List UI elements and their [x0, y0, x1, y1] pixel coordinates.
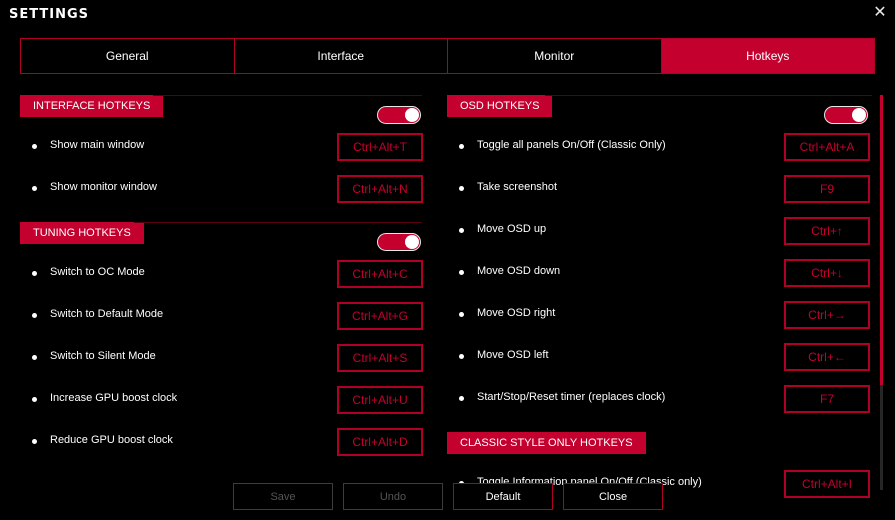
hotkey-row-default-mode: Switch to Default Mode Ctrl+Alt+G	[32, 302, 423, 330]
hotkey-row-increase-boost: Increase GPU boost clock Ctrl+Alt+U	[32, 386, 423, 414]
osd-hotkeys-header: OSD HOTKEYS	[447, 95, 872, 117]
bullet-icon	[32, 144, 37, 149]
hotkey-label: Switch to OC Mode	[50, 266, 145, 278]
bullet-icon	[32, 355, 37, 360]
hotkey-row-timer: Start/Stop/Reset timer (replaces clock) …	[459, 385, 870, 413]
hotkey-row-osd-left: Move OSD left Ctrl+←	[459, 343, 870, 371]
hotkey-field[interactable]: Ctrl+↑	[784, 217, 870, 245]
hotkey-label: Take screenshot	[477, 181, 558, 193]
hotkey-label: Move OSD left	[477, 349, 549, 361]
interface-hotkeys-title: INTERFACE HOTKEYS	[20, 95, 164, 117]
hotkey-row-osd-down: Move OSD down Ctrl+↓	[459, 259, 870, 287]
tab-bar: General Interface Monitor Hotkeys	[20, 38, 875, 74]
hotkey-row-show-main-window: Show main window Ctrl+Alt+T	[32, 133, 423, 161]
toggle-knob	[852, 108, 866, 122]
bullet-icon	[459, 186, 464, 191]
hotkey-field[interactable]: Ctrl+Alt+G	[337, 302, 423, 330]
close-button[interactable]: Close	[563, 483, 663, 510]
scrollbar[interactable]	[880, 95, 883, 490]
hotkey-field[interactable]: Ctrl+↓	[784, 259, 870, 287]
hotkey-label: Move OSD down	[477, 265, 561, 277]
bullet-icon	[32, 271, 37, 276]
bullet-icon	[459, 354, 464, 359]
tuning-hotkeys-title: TUNING HOTKEYS	[20, 222, 144, 244]
hotkey-row-reduce-boost: Reduce GPU boost clock Ctrl+Alt+D	[32, 428, 423, 456]
hotkey-row-toggle-panels: Toggle all panels On/Off (Classic Only) …	[459, 133, 870, 161]
hotkey-label: Toggle all panels On/Off (Classic Only)	[477, 139, 666, 151]
scrollbar-thumb[interactable]	[880, 95, 883, 385]
hotkey-field[interactable]: Ctrl+←	[784, 343, 870, 371]
default-button[interactable]: Default	[453, 483, 553, 510]
close-icon[interactable]: ✕	[872, 4, 888, 22]
section-divider	[134, 222, 422, 223]
bullet-icon	[32, 186, 37, 191]
classic-hotkeys-title: CLASSIC STYLE ONLY HOTKEYS	[447, 432, 646, 454]
toggle-knob	[405, 235, 419, 249]
hotkey-field[interactable]: Ctrl+Alt+A	[784, 133, 870, 161]
hotkey-field[interactable]: Ctrl+Alt+S	[337, 344, 423, 372]
hotkey-field[interactable]: Ctrl+Alt+C	[337, 260, 423, 288]
hotkey-field[interactable]: Ctrl+Alt+I	[784, 470, 870, 498]
hotkey-label: Switch to Default Mode	[50, 308, 164, 320]
interface-hotkeys-header: INTERFACE HOTKEYS	[20, 95, 422, 117]
tab-monitor[interactable]: Monitor	[447, 38, 661, 74]
hotkey-label: Move OSD up	[477, 223, 547, 235]
hotkey-field[interactable]: Ctrl+Alt+D	[337, 428, 423, 456]
bullet-icon	[32, 397, 37, 402]
undo-button[interactable]: Undo	[343, 483, 443, 510]
hotkey-label: Switch to Silent Mode	[50, 350, 156, 362]
hotkey-row-osd-right: Move OSD right Ctrl+→	[459, 301, 870, 329]
bullet-icon	[459, 144, 464, 149]
hotkey-field[interactable]: F9	[784, 175, 870, 203]
tuning-hotkeys-toggle[interactable]	[377, 233, 421, 251]
bullet-icon	[32, 439, 37, 444]
interface-hotkeys-toggle[interactable]	[377, 106, 421, 124]
section-divider	[153, 95, 422, 96]
toggle-knob	[405, 108, 419, 122]
hotkey-label: Reduce GPU boost clock	[50, 434, 173, 446]
tab-interface[interactable]: Interface	[233, 38, 447, 74]
hotkey-row-oc-mode: Switch to OC Mode Ctrl+Alt+C	[32, 260, 423, 288]
bullet-icon	[459, 270, 464, 275]
tab-hotkeys[interactable]: Hotkeys	[660, 38, 875, 74]
tab-general[interactable]: General	[20, 38, 234, 74]
save-button[interactable]: Save	[233, 483, 333, 510]
bullet-icon	[32, 313, 37, 318]
hotkey-label: Increase GPU boost clock	[50, 392, 178, 404]
window-title: SETTINGS	[9, 7, 90, 22]
hotkey-row-osd-up: Move OSD up Ctrl+↑	[459, 217, 870, 245]
osd-hotkeys-title: OSD HOTKEYS	[447, 95, 553, 117]
hotkey-label: Show main window	[50, 139, 145, 151]
hotkey-field[interactable]: Ctrl+Alt+T	[337, 133, 423, 161]
bullet-icon	[459, 312, 464, 317]
section-divider	[545, 95, 872, 96]
hotkey-label: Start/Stop/Reset timer (replaces clock)	[477, 391, 666, 403]
osd-hotkeys-toggle[interactable]	[824, 106, 868, 124]
bullet-icon	[459, 228, 464, 233]
hotkey-field[interactable]: F7	[784, 385, 870, 413]
hotkey-label: Show monitor window	[50, 181, 157, 193]
hotkey-row-show-monitor-window: Show monitor window Ctrl+Alt+N	[32, 175, 423, 203]
hotkey-field[interactable]: Ctrl+Alt+U	[337, 386, 423, 414]
title-bar: SETTINGS ✕	[0, 0, 895, 30]
hotkey-row-silent-mode: Switch to Silent Mode Ctrl+Alt+S	[32, 344, 423, 372]
bullet-icon	[459, 396, 464, 401]
tuning-hotkeys-header: TUNING HOTKEYS	[20, 222, 422, 244]
hotkey-field[interactable]: Ctrl+→	[784, 301, 870, 329]
classic-hotkeys-header: CLASSIC STYLE ONLY HOTKEYS	[447, 432, 872, 454]
hotkey-row-screenshot: Take screenshot F9	[459, 175, 870, 203]
hotkey-label: Move OSD right	[477, 307, 556, 319]
hotkey-field[interactable]: Ctrl+Alt+N	[337, 175, 423, 203]
